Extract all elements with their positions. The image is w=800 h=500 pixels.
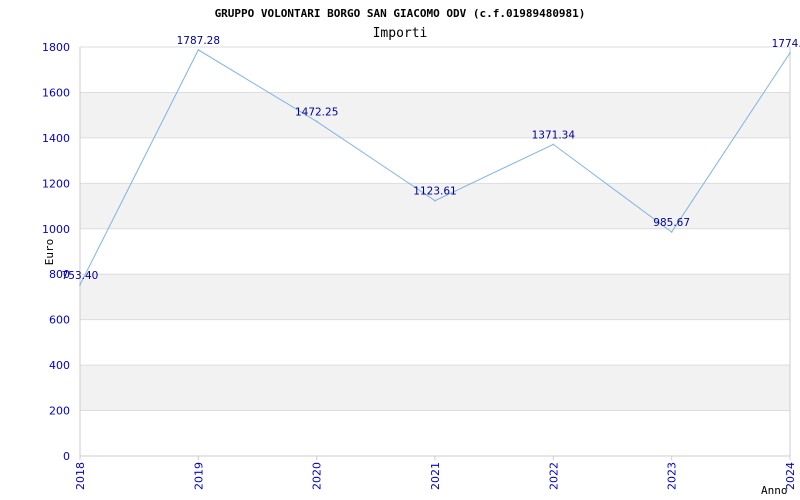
y-tick-label: 400: [49, 359, 70, 372]
data-point: [670, 231, 673, 233]
y-tick-label: 1200: [42, 177, 70, 190]
grid-band: [80, 274, 790, 320]
background-bands: [80, 47, 790, 456]
data-point: [197, 49, 200, 51]
grid-band: [80, 137, 790, 184]
data-point: [434, 199, 436, 202]
data-label: 1787.28: [177, 35, 220, 47]
data-point: [552, 143, 555, 146]
data-label: 1472.25: [295, 106, 338, 118]
x-tick-label: 2021: [429, 462, 442, 490]
grid-band: [80, 410, 790, 456]
data-label: 753.40: [62, 270, 99, 282]
data-label: 1371.34: [532, 129, 576, 141]
data-label: 1123.61: [413, 186, 456, 198]
grid-band: [80, 319, 790, 366]
chart: 020040060080010001200140016001800 2018 20…: [42, 7, 800, 497]
y-tick-label: 1600: [42, 86, 70, 99]
y-tick-label: 600: [49, 314, 70, 327]
data-label: 985.67: [653, 217, 690, 229]
x-axis-label: Anno: [761, 484, 788, 497]
chart-title: GRUPPO VOLONTARI BORGO SAN GIACOMO ODV (…: [215, 7, 586, 20]
y-tick-label: 1000: [42, 223, 70, 236]
grid-band: [80, 92, 790, 138]
x-tick-label: 2019: [192, 462, 205, 490]
y-tick-label: 200: [49, 405, 70, 418]
grid-band: [80, 365, 790, 411]
chart-subtitle: Importi: [373, 26, 428, 41]
x-tick-labels: 2018 2019 2020 2021 2022 2023 2024: [74, 456, 797, 490]
y-tick-label: 1400: [42, 132, 70, 145]
grid-band: [80, 228, 790, 275]
y-tick-label: 0: [63, 450, 70, 463]
y-axis-label: Euro: [43, 239, 56, 266]
data-point: [315, 120, 318, 123]
grid-band: [80, 47, 790, 93]
data-point: [79, 284, 81, 286]
y-tick-label: 1800: [42, 41, 70, 54]
x-tick-label: 2022: [547, 462, 560, 490]
x-tick-label: 2023: [666, 462, 679, 490]
x-tick-label: 2020: [311, 462, 324, 490]
data-point: [789, 52, 791, 54]
x-tick-label: 2018: [74, 462, 87, 490]
data-label: 1774.1: [772, 38, 800, 50]
